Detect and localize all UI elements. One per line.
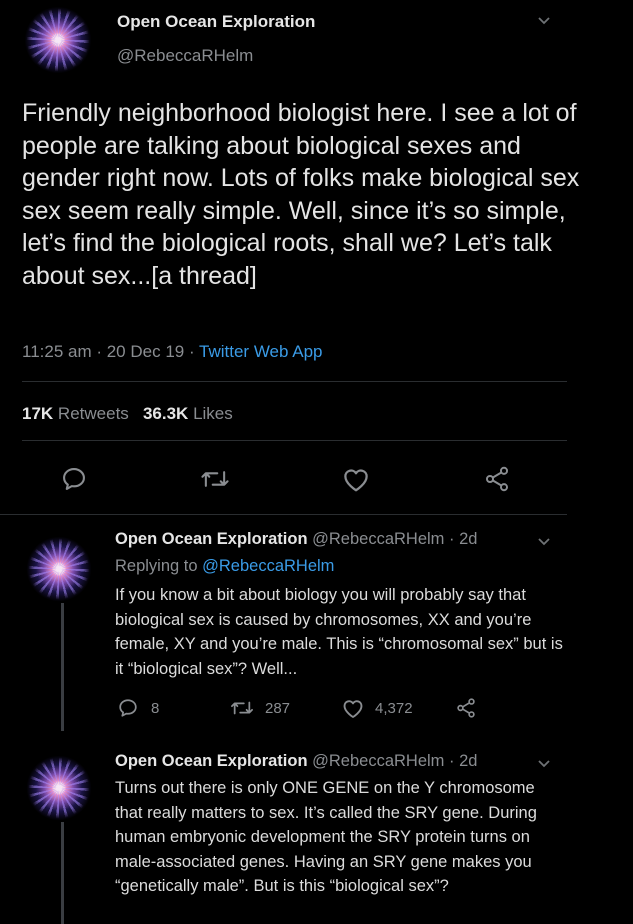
chevron-down-icon[interactable] — [536, 755, 552, 771]
replying-prefix: Replying to — [115, 557, 203, 575]
retweet-count: 287 — [265, 699, 291, 717]
like-count: 4,372 — [375, 699, 413, 717]
handle-time[interactable]: @RebeccaRHelm · 2d — [312, 752, 477, 770]
reply-header: Open Ocean Exploration @RebeccaRHelm · 2… — [115, 530, 477, 549]
display-name[interactable]: Open Ocean Exploration — [115, 752, 308, 770]
retweets-count[interactable]: 17K — [22, 404, 53, 423]
retweet-icon — [229, 697, 255, 719]
thread-line — [61, 603, 64, 731]
share-icon[interactable] — [483, 465, 511, 493]
replying-to: Replying to @RebeccaRHelm — [115, 557, 334, 576]
heart-icon — [341, 697, 365, 719]
reply-icon[interactable] — [60, 465, 88, 493]
reply-text: Turns out there is only ONE GENE on the … — [115, 779, 537, 895]
chevron-down-icon[interactable] — [536, 533, 552, 549]
reply-icon — [117, 697, 139, 719]
display-name[interactable]: Open Ocean Exploration — [117, 12, 315, 32]
tweet-meta: 11:25 am · 20 Dec 19 · Twitter Web App — [22, 342, 323, 362]
handle[interactable]: @RebeccaRHelm — [117, 46, 253, 66]
avatar[interactable] — [22, 751, 96, 825]
retweet-icon[interactable] — [199, 465, 231, 493]
divider — [22, 440, 567, 441]
divider — [0, 514, 567, 515]
likes-label[interactable]: Likes — [193, 404, 233, 423]
tweet-stats: 17K Retweets 36.3K Likes — [22, 404, 233, 424]
like-button[interactable]: 4,372 — [341, 697, 413, 719]
handle-time[interactable]: @RebeccaRHelm · 2d — [312, 530, 477, 548]
avatar[interactable] — [20, 2, 96, 78]
heart-icon[interactable] — [341, 465, 371, 493]
reply-count: 8 — [151, 699, 160, 717]
tweet-app-link[interactable]: Twitter Web App — [199, 342, 322, 361]
share-icon[interactable] — [455, 697, 477, 719]
avatar[interactable] — [22, 532, 96, 606]
tweet-text: Friendly neighborhood biologist here. I … — [22, 99, 580, 290]
retweet-button[interactable]: 287 — [229, 697, 290, 719]
reply-text: If you know a bit about biology you will… — [115, 586, 563, 678]
likes-count[interactable]: 36.3K — [143, 404, 188, 423]
replying-to-link[interactable]: @RebeccaRHelm — [202, 557, 334, 575]
reply-header: Open Ocean Exploration @RebeccaRHelm · 2… — [115, 752, 477, 771]
chevron-down-icon[interactable] — [536, 12, 552, 28]
display-name[interactable]: Open Ocean Exploration — [115, 530, 308, 548]
retweets-label[interactable]: Retweets — [58, 404, 129, 423]
divider — [22, 381, 567, 382]
reply-button[interactable]: 8 — [117, 697, 159, 719]
thread-line — [61, 822, 64, 924]
tweet-time: 11:25 am · 20 Dec 19 · — [22, 342, 200, 361]
